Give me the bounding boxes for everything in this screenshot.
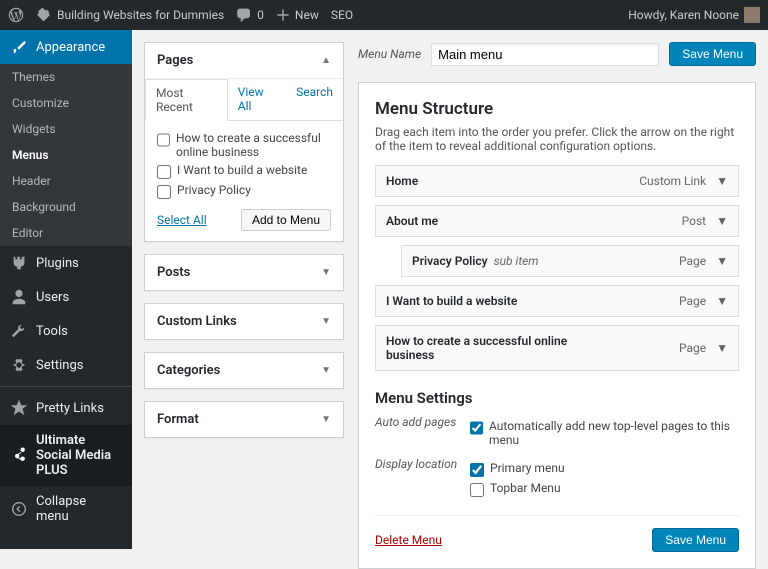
sidebar-tools[interactable]: Tools xyxy=(0,314,132,348)
menu-name-label: Menu Name xyxy=(358,47,421,61)
caret-down-icon: ▼ xyxy=(321,316,331,327)
display-checkbox[interactable] xyxy=(470,483,484,497)
menu-name-input[interactable] xyxy=(431,43,659,66)
page-checkbox[interactable] xyxy=(157,165,171,179)
format-panel-toggle[interactable]: Format▼ xyxy=(145,402,343,437)
tab-search[interactable]: Search xyxy=(286,79,343,120)
sub-customize[interactable]: Customize xyxy=(0,90,132,116)
menu-structure-item[interactable]: About mePost▼ xyxy=(375,205,739,237)
sub-header[interactable]: Header xyxy=(0,168,132,194)
sidebar-users[interactable]: Users xyxy=(0,280,132,314)
comments-link[interactable]: 0 xyxy=(236,7,264,23)
sidebar-plugins[interactable]: Plugins xyxy=(0,246,132,280)
collapse-menu[interactable]: Collapse menu xyxy=(0,486,132,532)
howdy-text: Howdy, Karen Noone xyxy=(628,8,739,22)
delete-menu-link[interactable]: Delete Menu xyxy=(375,533,442,547)
menu-structure-item[interactable]: How to create a successful online busine… xyxy=(375,325,739,371)
posts-panel-toggle[interactable]: Posts▼ xyxy=(145,255,343,290)
caret-down-icon: ▼ xyxy=(321,267,331,278)
caret-down-icon: ▼ xyxy=(716,214,728,228)
menu-structure-item[interactable]: Privacy Policysub itemPage▼ xyxy=(401,245,739,277)
new-label: New xyxy=(295,8,319,22)
sub-themes[interactable]: Themes xyxy=(0,64,132,90)
menu-structure-item[interactable]: I Want to build a websitePage▼ xyxy=(375,285,739,317)
tab-view-all[interactable]: View All xyxy=(228,79,286,120)
star-icon xyxy=(10,399,28,417)
sub-editor[interactable]: Editor xyxy=(0,220,132,246)
seo-link[interactable]: SEO xyxy=(331,8,353,22)
structure-help-text: Drag each item into the order you prefer… xyxy=(375,125,739,153)
auto-add-option[interactable]: Automatically add new top-level pages to… xyxy=(470,419,739,447)
appearance-submenu: Themes Customize Widgets Menus Header Ba… xyxy=(0,64,132,246)
avatar xyxy=(744,7,760,23)
sidebar-pretty-links[interactable]: Pretty Links xyxy=(0,391,132,425)
save-menu-button-bottom[interactable]: Save Menu xyxy=(652,528,739,552)
auto-add-checkbox[interactable] xyxy=(470,421,483,435)
caret-down-icon: ▼ xyxy=(716,254,728,268)
users-icon xyxy=(10,288,28,306)
select-all-link[interactable]: Select All xyxy=(157,213,207,227)
settings-icon xyxy=(10,356,28,374)
page-checkbox[interactable] xyxy=(157,185,171,199)
page-checkbox[interactable] xyxy=(157,133,170,147)
page-item[interactable]: I Want to build a website xyxy=(157,163,331,179)
sub-menus[interactable]: Menus xyxy=(0,142,132,168)
tools-icon xyxy=(10,322,28,340)
sub-widgets[interactable]: Widgets xyxy=(0,116,132,142)
display-location-label: Display location xyxy=(375,457,470,471)
tab-most-recent[interactable]: Most Recent xyxy=(145,79,228,121)
collapse-icon xyxy=(10,500,28,518)
pages-panel: Pages▲ Most Recent View All Search How t… xyxy=(144,42,344,242)
menu-settings-heading: Menu Settings xyxy=(375,389,739,407)
custom-links-panel-toggle[interactable]: Custom Links▼ xyxy=(145,304,343,339)
brush-icon xyxy=(10,38,28,56)
caret-down-icon: ▼ xyxy=(716,294,728,308)
admin-sidebar: Appearance Themes Customize Widgets Menu… xyxy=(0,30,132,549)
page-item[interactable]: Privacy Policy xyxy=(157,183,331,199)
wp-logo-icon[interactable] xyxy=(8,7,24,23)
caret-down-icon: ▼ xyxy=(321,365,331,376)
account-link[interactable]: Howdy, Karen Noone xyxy=(628,7,760,23)
site-link[interactable]: Building Websites for Dummies xyxy=(36,7,224,23)
sidebar-appearance[interactable]: Appearance xyxy=(0,30,132,64)
admin-toolbar: Building Websites for Dummies 0 New SEO … xyxy=(0,0,768,30)
caret-down-icon: ▼ xyxy=(716,174,728,188)
categories-panel-toggle[interactable]: Categories▼ xyxy=(145,353,343,388)
menu-structure-item[interactable]: HomeCustom Link▼ xyxy=(375,165,739,197)
save-menu-button-top[interactable]: Save Menu xyxy=(669,42,756,66)
auto-add-label: Auto add pages xyxy=(375,415,470,429)
plugin-icon xyxy=(10,254,28,272)
caret-down-icon: ▼ xyxy=(321,414,331,425)
sub-background[interactable]: Background xyxy=(0,194,132,220)
menu-structure-heading: Menu Structure xyxy=(375,99,739,119)
sidebar-settings[interactable]: Settings xyxy=(0,348,132,382)
display-checkbox[interactable] xyxy=(470,463,484,477)
new-link[interactable]: New xyxy=(276,8,319,22)
display-option[interactable]: Primary menu xyxy=(470,461,739,477)
add-to-menu-button[interactable]: Add to Menu xyxy=(241,209,331,231)
caret-down-icon: ▼ xyxy=(716,341,728,355)
page-item[interactable]: How to create a successful online busine… xyxy=(157,131,331,159)
pages-panel-toggle[interactable]: Pages▲ xyxy=(145,43,343,78)
display-option[interactable]: Topbar Menu xyxy=(470,481,739,497)
caret-up-icon: ▲ xyxy=(321,55,331,66)
share-icon xyxy=(10,447,28,465)
comments-count: 0 xyxy=(257,8,264,22)
site-title: Building Websites for Dummies xyxy=(57,8,224,22)
sidebar-usm[interactable]: Ultimate Social Media PLUS xyxy=(0,425,132,486)
